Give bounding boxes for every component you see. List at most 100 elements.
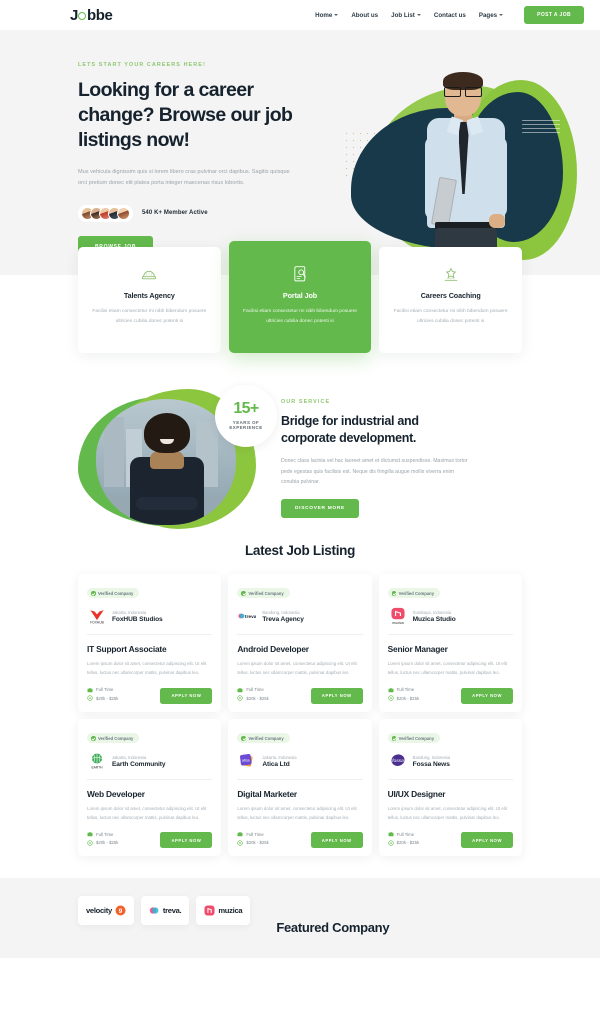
job-company: treva. Bandung, Indonesia Treva Agency: [237, 606, 363, 636]
service-text: Facilisi etiam consectetur mi nibh biben…: [393, 309, 508, 324]
job-company: muzica Surabaya, Indonesia Muzica Studio: [387, 606, 513, 636]
page-title: Latest Job Listing: [244, 542, 356, 558]
job-company-name: Atica Ltd: [262, 761, 290, 769]
job-company: FOXHUB Jakarta, Indonesia FoxHUB Studios: [87, 606, 213, 636]
logo-text-after: bbe: [86, 6, 113, 24]
experience-badge: 15+ YEARS OF EXPERIENCE: [215, 384, 277, 447]
job-description: Lorem ipsum dolor sit amet, consectetur …: [87, 661, 207, 675]
apply-now-button[interactable]: APPLY NOW: [310, 832, 363, 849]
document-search-icon: [239, 265, 362, 283]
apply-now-button[interactable]: APPLY NOW: [160, 687, 213, 704]
service-card-careers-coaching[interactable]: Careers Coaching Facilisi etiam consecte…: [379, 247, 523, 353]
brand-chip-muzica[interactable]: muzica: [196, 896, 251, 926]
brand-chip-velocity[interactable]: velocity 9: [78, 896, 134, 926]
job-salary-row: $20k - $25k: [87, 840, 118, 846]
growth-icon: [389, 265, 512, 283]
job-type: Full Time: [96, 687, 114, 693]
job-description: Lorem ipsum dolor sit amet, consectetur …: [387, 806, 507, 820]
nav-item-pages[interactable]: Pages: [479, 12, 504, 19]
nav-label: Home: [315, 11, 333, 19]
atica-logo-icon: atica: [237, 751, 257, 771]
logo-text-before: J: [70, 6, 78, 24]
job-description: Lorem ipsum dolor sit amet, consectetur …: [87, 806, 207, 820]
experience-line-2: EXPERIENCE: [229, 425, 263, 431]
job-card[interactable]: Verified Company treva. Bandung, Indones…: [228, 573, 372, 712]
job-card[interactable]: Verified Company atica Jakarta, Indonesi…: [228, 718, 372, 857]
status-badge: Verified Company: [237, 733, 290, 744]
job-card[interactable]: Verified Company FOXHUB Jakarta, Indones…: [78, 573, 222, 712]
post-a-job-button[interactable]: POST A JOB: [524, 6, 584, 24]
hero-paragraph: Mus vehicula dignissim quis si lorem lib…: [78, 168, 290, 186]
job-title: Android Developer: [237, 644, 309, 655]
wallet-icon: [87, 695, 93, 701]
apply-now-button[interactable]: APPLY NOW: [160, 832, 213, 849]
fossa-logo-icon: fossa: [388, 751, 408, 771]
job-type-row: Full Time: [87, 831, 118, 837]
logo[interactable]: Jbbe: [70, 6, 113, 24]
job-type: Full Time: [96, 831, 114, 837]
apply-now-button[interactable]: APPLY NOW: [461, 687, 513, 704]
job-type: Full Time: [246, 831, 264, 837]
service-title: Portal Job: [282, 291, 318, 300]
hero-eyebrow: LETS START YOUR CAREERS HERE!: [78, 62, 206, 68]
earth-logo-icon: EARTH: [87, 751, 107, 771]
wallet-icon: [388, 695, 394, 701]
about-section: 15+ YEARS OF EXPERIENCE OUR SERVICE Brid…: [0, 353, 600, 543]
hero-section: LETS START YOUR CAREERS HERE! Looking fo…: [0, 30, 600, 275]
status-badge: Verified Company: [387, 588, 441, 599]
site-header: Jbbe Home About us Job List Contact us P…: [0, 0, 600, 30]
job-footer: Full Time $20k - $25k APPLY NOW: [237, 687, 363, 704]
experience-number: 15+: [233, 400, 259, 418]
job-salary-row: $20k - $25k: [237, 695, 269, 701]
member-avatars: [78, 204, 133, 222]
job-location: Surabaya, Indonesia: [412, 609, 452, 615]
job-card[interactable]: Verified Company muzica Surabaya, Indone…: [378, 573, 522, 712]
service-text: Facilisi etiam consectetur mi nibh biben…: [243, 309, 357, 324]
service-card-portal-job[interactable]: Portal Job Facilisi etiam consectetur mi…: [228, 241, 372, 353]
job-company-name: Earth Community: [112, 761, 166, 769]
verified-label: Verified Company: [98, 590, 134, 596]
treva-logo-icon: treva.: [237, 606, 257, 626]
wallet-icon: [237, 695, 243, 701]
job-location: Jakarta, Indonesia: [262, 754, 297, 760]
job-footer: Full Time $20k - $25k APPLY NOW: [237, 831, 363, 849]
job-title: Web Developer: [87, 789, 145, 800]
service-card-talents-agency[interactable]: Talents Agency Facilisi etiam consectetu…: [78, 247, 221, 353]
verified-label: Verified Company: [248, 590, 284, 596]
nav-item-about-us[interactable]: About us: [351, 12, 378, 19]
job-type: Full Time: [396, 687, 415, 693]
chevron-down-icon: [499, 14, 504, 16]
status-badge: Verified Company: [387, 733, 441, 744]
about-heading: Bridge for industrial and corporate deve…: [281, 413, 419, 445]
job-type-row: Full Time: [237, 687, 268, 693]
apply-now-button[interactable]: APPLY NOW: [461, 832, 513, 849]
job-card[interactable]: Verified Company EARTH Jakarta, Indonesi…: [78, 718, 222, 857]
job-location: Jakarta, Indonesia: [112, 609, 147, 615]
svg-text:9: 9: [119, 908, 123, 915]
apply-now-button[interactable]: APPLY NOW: [310, 687, 363, 704]
verified-label: Verified Company: [248, 735, 284, 741]
nav-item-home[interactable]: Home: [315, 11, 339, 19]
check-circle-icon: [91, 736, 96, 741]
about-content: OUR SERVICE Bridge for industrial and co…: [281, 389, 522, 543]
job-listing-section: Latest Job Listing Verified Company FOXH…: [0, 543, 600, 857]
hero-businessman-photo: [419, 72, 513, 272]
brand-chip-treva[interactable]: treva.: [140, 896, 190, 926]
about-eyebrow: OUR SERVICE: [281, 398, 331, 405]
job-footer: Full Time $20k - $25k APPLY NOW: [388, 687, 513, 704]
verified-label: Verified Company: [398, 735, 435, 741]
svg-text:atica: atica: [242, 759, 250, 763]
job-location: Jakarta, Indonesia: [112, 754, 147, 760]
check-circle-icon: [241, 591, 246, 596]
briefcase-icon: [237, 687, 243, 692]
job-card[interactable]: Verified Company fossa Bandung, Indonesi…: [378, 718, 522, 857]
status-badge: Verified Company: [237, 588, 290, 599]
avatar: [117, 206, 130, 220]
about-visual: 15+ YEARS OF EXPERIENCE: [78, 384, 277, 539]
job-footer: Full Time $20k - $25k APPLY NOW: [388, 831, 513, 849]
nav-item-job-list[interactable]: Job List: [391, 12, 421, 19]
wallet-icon: [388, 840, 394, 846]
helmet-icon: [88, 265, 211, 283]
nav-item-contact-us[interactable]: Contact us: [434, 12, 466, 19]
discover-more-button[interactable]: DISCOVER MORE: [281, 498, 359, 518]
